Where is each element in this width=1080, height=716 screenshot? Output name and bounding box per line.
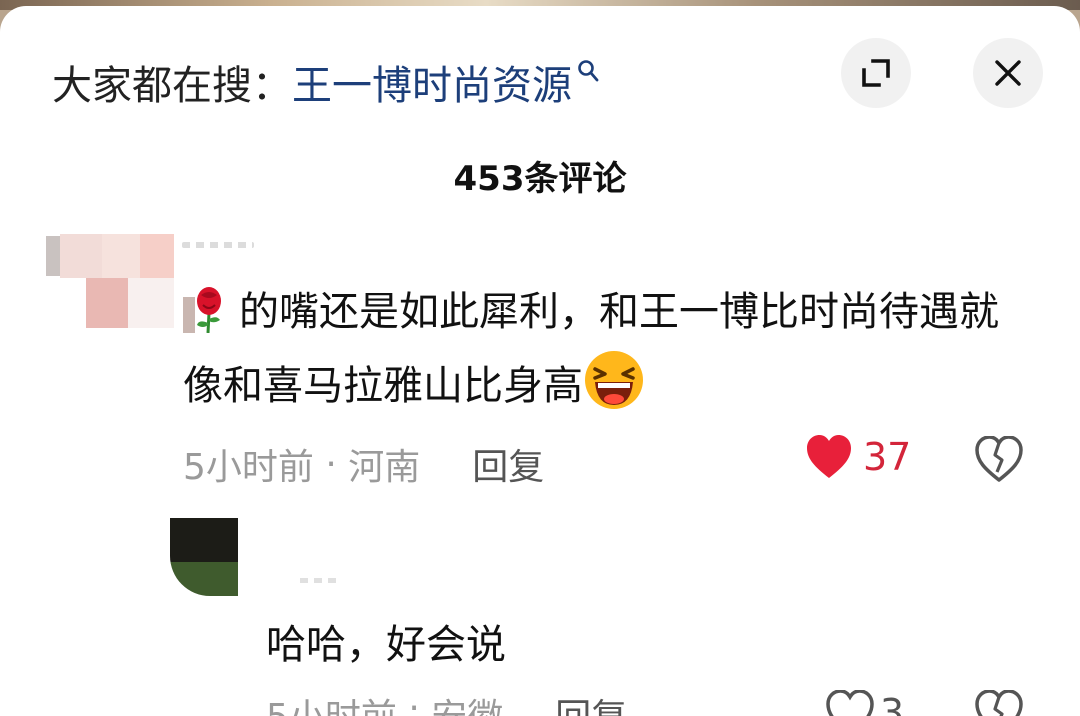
meta-separator: ·: [396, 688, 432, 716]
heart-icon: [807, 435, 851, 478]
reply-button[interactable]: 回复: [472, 438, 544, 490]
rose-emoji: [183, 287, 221, 333]
comment-time: 5小时前: [183, 447, 314, 488]
avatar[interactable]: [170, 518, 238, 596]
like-count: 3: [880, 691, 905, 716]
search-prefix-label: 大家都在搜：: [52, 63, 292, 109]
laughing-emoji: [585, 351, 643, 409]
close-icon: [995, 60, 1021, 86]
like-button[interactable]: 3: [826, 690, 904, 716]
like-button[interactable]: 37: [805, 434, 911, 480]
comment-location: 安徽: [431, 688, 503, 716]
expand-button[interactable]: [841, 38, 911, 108]
comment-location: 河南: [348, 447, 421, 488]
comment-time: 5小时前: [266, 688, 397, 716]
broken-heart-icon: [975, 435, 1023, 482]
heart-outline-icon: [826, 690, 874, 716]
comment-meta: 5小时前 · 安徽 回复: [266, 688, 627, 716]
broken-heart-icon: [975, 689, 1023, 716]
dislike-button[interactable]: [975, 689, 1023, 716]
expand-icon: [862, 59, 890, 87]
username-placeholder[interactable]: [300, 578, 340, 583]
comments-sheet: 大家都在搜： 王一博时尚资源 453条评论 的嘴还是如此犀利，和王一博比时尚待遇…: [0, 6, 1080, 716]
comment-count-title: 453条评论: [453, 159, 627, 199]
comment-meta: 5小时前 · 河南 回复: [183, 438, 544, 490]
username-placeholder[interactable]: [182, 242, 254, 248]
like-count: 37: [863, 435, 912, 479]
close-button[interactable]: [973, 38, 1043, 108]
avatar[interactable]: [46, 234, 174, 334]
search-icon: [578, 60, 599, 82]
search-term-link[interactable]: 王一博时尚资源: [292, 53, 572, 111]
meta-separator: ·: [313, 443, 349, 485]
reply-button[interactable]: 回复: [555, 688, 627, 716]
trending-search-bar[interactable]: 大家都在搜： 王一博时尚资源: [52, 54, 600, 110]
reply-comment-text: 哈哈，好会说: [266, 622, 506, 668]
dislike-button[interactable]: [975, 435, 1023, 486]
comment-text: 的嘴还是如此犀利，和王一博比时尚待遇就像和喜马拉雅山比身高: [183, 276, 1023, 423]
